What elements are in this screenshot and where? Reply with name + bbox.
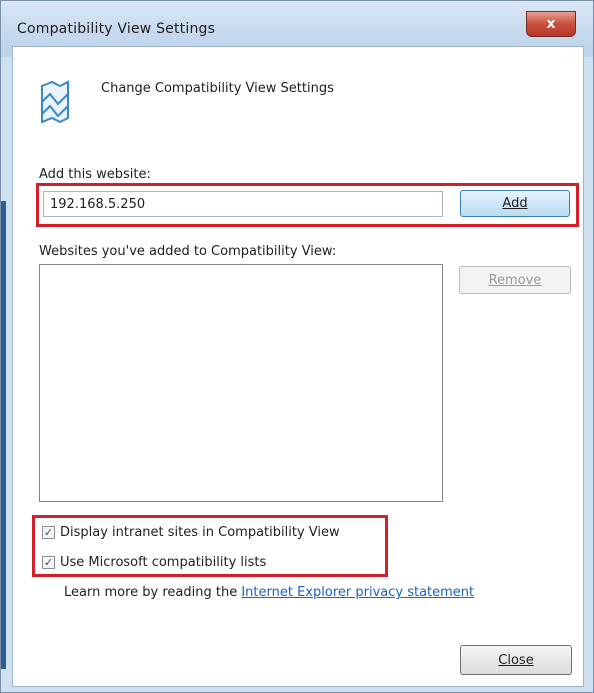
close-button[interactable]: Close [460, 645, 572, 675]
ms-lists-checkbox[interactable]: ✓ [42, 556, 55, 569]
learn-more-prefix: Learn more by reading the [64, 585, 238, 600]
learn-more-text: Learn more by reading the Internet Explo… [64, 585, 474, 600]
option-ms-lists[interactable]: ✓ Use Microsoft compatibility lists [42, 555, 266, 570]
display-intranet-label: Display intranet sites in Compatibility … [60, 525, 340, 540]
website-input[interactable]: 192.168.5.250 [43, 191, 443, 217]
websites-list[interactable] [39, 264, 443, 502]
remove-button-label: Remove [488, 272, 542, 288]
websites-list-label: Websites you've added to Compatibility V… [39, 244, 337, 259]
privacy-statement-link[interactable]: Internet Explorer privacy statement [241, 585, 474, 600]
add-website-label: Add this website: [39, 167, 151, 182]
compatibility-view-icon [41, 80, 69, 124]
close-icon: x [546, 16, 556, 32]
display-intranet-checkbox[interactable]: ✓ [42, 526, 55, 539]
add-button[interactable]: Add [460, 190, 570, 217]
window-title: Compatibility View Settings [17, 21, 216, 37]
close-window-button[interactable]: x [526, 11, 576, 37]
ms-lists-label: Use Microsoft compatibility lists [60, 555, 267, 570]
close-button-label: Close [498, 652, 534, 668]
window-edge [1, 201, 6, 669]
remove-button[interactable]: Remove [459, 266, 571, 294]
option-display-intranet[interactable]: ✓ Display intranet sites in Compatibilit… [42, 525, 340, 540]
dialog-heading: Change Compatibility View Settings [101, 81, 334, 96]
add-button-label: Add [502, 196, 528, 211]
dialog-window: Compatibility View Settings x Change Com… [0, 0, 594, 693]
